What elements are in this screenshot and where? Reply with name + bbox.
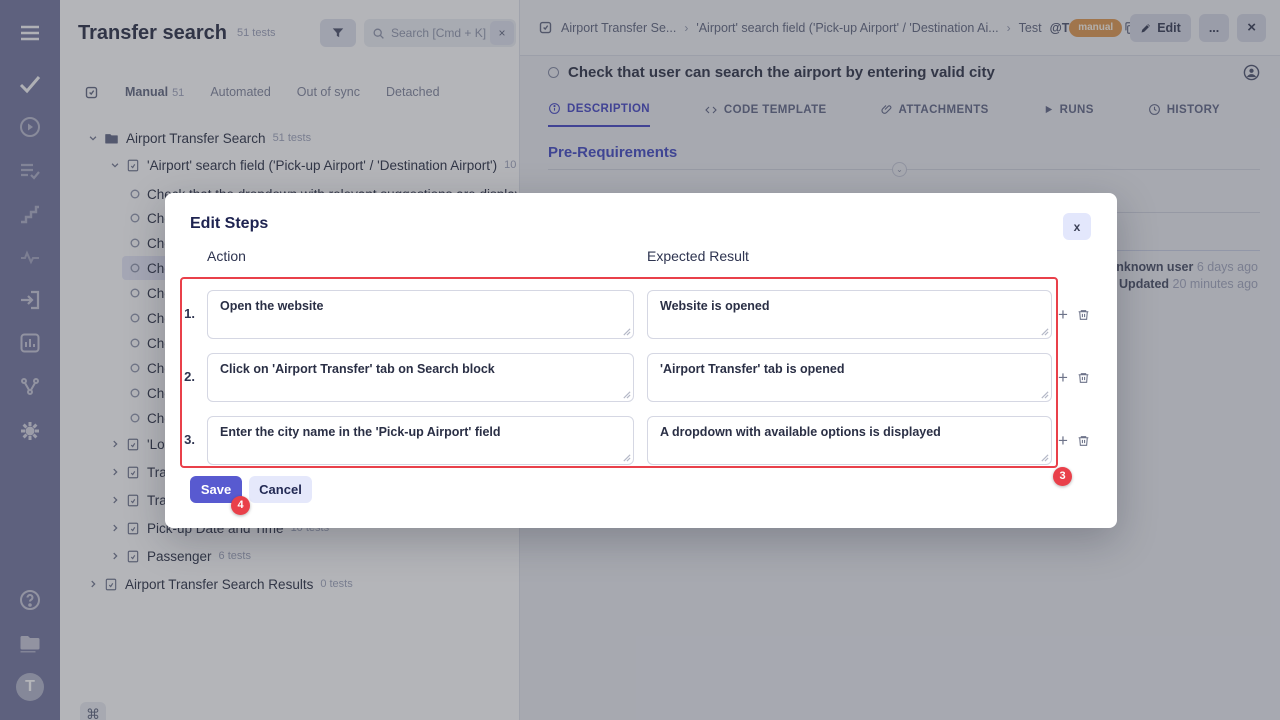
column-header-expected: Expected Result [647, 248, 749, 264]
delete-step-button[interactable] [1077, 434, 1090, 448]
column-header-action: Action [207, 248, 246, 264]
annotation-badge-3: 3 [1053, 467, 1072, 486]
step-number: 2. [177, 369, 195, 384]
step-number: 1. [177, 306, 195, 321]
step-action-field: Click on 'Airport Transfer' tab on Searc… [207, 353, 634, 402]
add-step-button[interactable]: + [1058, 306, 1068, 323]
delete-step-button[interactable] [1077, 371, 1090, 385]
cancel-button[interactable]: Cancel [249, 476, 312, 503]
step-expected-field: A dropdown with available options is dis… [647, 416, 1052, 465]
step-expected-input[interactable]: 'Airport Transfer' tab is opened [647, 353, 1052, 402]
step-action-field: Open the website [207, 290, 634, 339]
step-expected-input[interactable]: Website is opened [647, 290, 1052, 339]
step-action-input[interactable]: Click on 'Airport Transfer' tab on Searc… [207, 353, 634, 402]
step-number: 3. [177, 432, 195, 447]
step-action-input[interactable]: Enter the city name in the 'Pick-up Airp… [207, 416, 634, 465]
modal-title: Edit Steps [190, 215, 268, 233]
add-step-button[interactable]: + [1058, 432, 1068, 449]
edit-steps-modal: Edit Steps x Action Expected Result 1. O… [165, 193, 1117, 528]
modal-close-button[interactable]: x [1063, 213, 1091, 240]
step-expected-field: Website is opened [647, 290, 1052, 339]
step-action-input[interactable]: Open the website [207, 290, 634, 339]
step-expected-field: 'Airport Transfer' tab is opened [647, 353, 1052, 402]
step-action-field: Enter the city name in the 'Pick-up Airp… [207, 416, 634, 465]
delete-step-button[interactable] [1077, 308, 1090, 322]
add-step-button[interactable]: + [1058, 369, 1068, 386]
step-expected-input[interactable]: A dropdown with available options is dis… [647, 416, 1052, 465]
annotation-badge-4: 4 [231, 496, 250, 515]
